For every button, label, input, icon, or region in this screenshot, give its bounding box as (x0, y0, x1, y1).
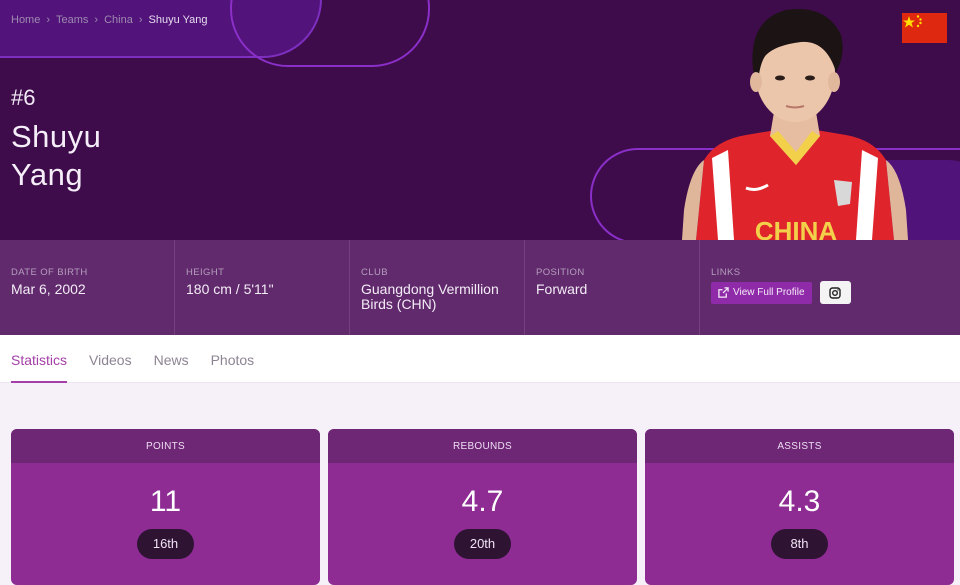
profile-tabs: Statistics Videos News Photos (0, 335, 960, 383)
links-row: View Full Profile (711, 281, 949, 304)
stat-label: ASSISTS (645, 429, 954, 463)
chevron-right-icon: › (46, 14, 51, 26)
info-label: LINKS (711, 267, 741, 278)
chevron-right-icon: › (138, 14, 143, 26)
player-last-name: Yang (11, 157, 84, 192)
view-full-profile-button[interactable]: View Full Profile (711, 281, 812, 304)
tab-statistics[interactable]: Statistics (11, 335, 68, 383)
player-info-bar: DATE OF BIRTH Mar 6, 2002 HEIGHT 180 cm … (0, 240, 960, 335)
breadcrumb-teams[interactable]: Teams (56, 14, 88, 26)
stat-label: POINTS (11, 429, 320, 463)
stats-cards: POINTS 11 16th REBOUNDS 4.7 20th ASSISTS… (11, 429, 954, 585)
info-label: DATE OF BIRTH (11, 267, 88, 278)
tab-videos[interactable]: Videos (89, 335, 132, 383)
stat-value: 4.7 (461, 485, 504, 518)
instagram-button[interactable] (819, 281, 851, 304)
stat-rank-badge: 8th (771, 529, 828, 559)
info-links: LINKS View Full Profile (700, 240, 960, 335)
view-full-profile-label: View Full Profile (733, 287, 805, 298)
stat-card-assists: ASSISTS 4.3 8th (645, 429, 954, 585)
info-value: 180 cm / 5'11" (186, 281, 274, 297)
info-position: POSITION Forward (525, 240, 700, 335)
info-date-of-birth: DATE OF BIRTH Mar 6, 2002 (0, 240, 175, 335)
breadcrumb-china[interactable]: China (104, 14, 133, 26)
stat-rank-badge: 20th (454, 529, 511, 559)
stat-value: 11 (149, 485, 182, 518)
tab-news[interactable]: News (154, 335, 189, 383)
breadcrumb-home[interactable]: Home (11, 14, 40, 26)
player-photo: CHINA (682, 9, 908, 240)
stat-card-rebounds: REBOUNDS 4.7 20th (328, 429, 637, 585)
info-height: HEIGHT 180 cm / 5'11" (175, 240, 350, 335)
decorative-pill-outline (230, 0, 430, 67)
svg-text:CHINA: CHINA (755, 216, 838, 240)
external-link-icon (718, 287, 729, 298)
info-value: Guangdong Vermillion Birds (CHN) (361, 281, 499, 312)
chevron-right-icon: › (94, 14, 99, 26)
jersey-number: #6 (11, 85, 36, 110)
player-first-name: Shuyu (11, 119, 102, 154)
china-flag-icon (902, 13, 947, 43)
breadcrumb-current: Shuyu Yang (148, 14, 208, 26)
stat-rank-badge: 16th (137, 529, 194, 559)
tab-photos[interactable]: Photos (211, 335, 255, 383)
stat-card-points: POINTS 11 16th (11, 429, 320, 585)
instagram-icon (829, 286, 841, 299)
info-label: POSITION (536, 267, 585, 278)
info-label: HEIGHT (186, 267, 225, 278)
info-label: CLUB (361, 267, 388, 278)
info-club: CLUB Guangdong Vermillion Birds (CHN) (350, 240, 525, 335)
stat-value: 4.3 (778, 485, 821, 518)
breadcrumb: Home › Teams › China › Shuyu Yang (11, 14, 207, 26)
info-value: Mar 6, 2002 (11, 281, 86, 297)
player-hero: Home › Teams › China › Shuyu Yang #6 Shu… (0, 0, 960, 240)
info-value: Forward (536, 281, 588, 297)
stat-label: REBOUNDS (328, 429, 637, 463)
